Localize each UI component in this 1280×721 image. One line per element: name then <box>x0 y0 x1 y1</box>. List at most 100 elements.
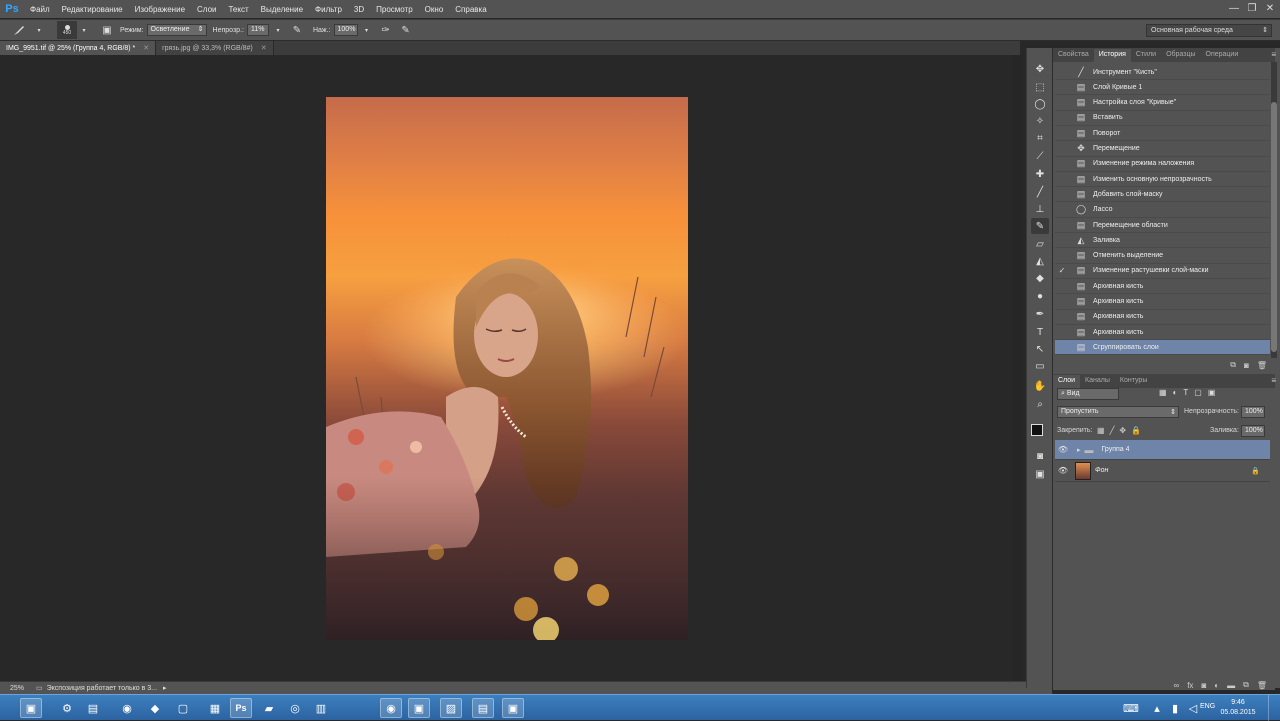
chevron-down-icon[interactable]: ▾ <box>77 23 91 37</box>
menu-item[interactable]: Справка <box>449 5 492 14</box>
browser-app-icon[interactable]: ◉ <box>116 698 138 718</box>
history-item[interactable]: ◯ Лассо <box>1055 203 1270 218</box>
screen-mode-icon[interactable]: ▣ <box>1031 466 1049 482</box>
history-item[interactable]: ▤ Перемещение области <box>1055 218 1270 233</box>
menu-item[interactable]: Выделение <box>255 5 309 14</box>
history-item[interactable]: ╱ Инструмент "Кисть" <box>1055 65 1270 80</box>
crop-tool-icon[interactable]: ⌗ <box>1031 130 1049 146</box>
keyboard-tray-icon[interactable]: ⌨ <box>1120 698 1142 718</box>
history-item[interactable]: ✥ Перемещение <box>1055 142 1270 157</box>
pen-tool-icon[interactable]: ✒ <box>1031 306 1049 322</box>
folder-taskbar-icon[interactable]: ▰ <box>258 698 280 718</box>
history-item[interactable]: ▤ Архивная кисть <box>1055 279 1270 295</box>
history-source-checkbox[interactable] <box>1055 141 1069 156</box>
menu-item[interactable]: Редактирование <box>56 5 129 14</box>
cleaner-app-icon[interactable]: ⚙ <box>56 698 78 718</box>
camera-icon[interactable]: ◙ <box>1244 361 1249 370</box>
history-source-checkbox[interactable] <box>1055 248 1069 263</box>
chevron-down-icon[interactable]: ▾ <box>271 23 285 37</box>
quick-mask-icon[interactable]: ◙ <box>1031 448 1049 464</box>
blur-tool-icon[interactable]: ◆ <box>1031 270 1049 286</box>
lock-pixels-icon[interactable]: ╱ <box>1110 426 1115 435</box>
layer-fill-input[interactable]: 100% <box>1241 425 1265 437</box>
chevron-down-icon[interactable]: ▾ <box>360 23 374 37</box>
smart-object-filter-icon[interactable]: ▣ <box>1208 388 1216 397</box>
fx-icon[interactable]: fx <box>1187 681 1193 690</box>
canvas-scrollbar[interactable] <box>1012 55 1022 681</box>
history-item[interactable]: ▤ Поворот <box>1055 126 1270 142</box>
lasso-tool-icon[interactable]: ◯ <box>1031 96 1049 112</box>
link-layers-icon[interactable]: ∞ <box>1174 681 1180 690</box>
history-source-checkbox[interactable] <box>1055 65 1069 80</box>
tab-channels[interactable]: Каналы <box>1080 375 1115 388</box>
history-source-checkbox[interactable] <box>1055 218 1069 233</box>
menu-item[interactable]: Файл <box>24 5 56 14</box>
pressure-size-icon[interactable]: ✎ <box>399 23 413 37</box>
history-item[interactable]: ◭ Заливка <box>1055 233 1270 249</box>
doc-tab-img9951[interactable]: IMG_9951.tif @ 25% (Группа 4, RGB/8) * ✕ <box>0 41 157 55</box>
history-source-checkbox[interactable] <box>1055 309 1069 324</box>
menu-item[interactable]: Слои <box>191 5 222 14</box>
history-source-checkbox[interactable] <box>1055 202 1069 217</box>
scrollbar-thumb[interactable] <box>1271 102 1277 352</box>
firefox-taskbar-icon[interactable]: ◎ <box>284 698 306 718</box>
quick-select-tool-icon[interactable]: ✧ <box>1031 113 1049 129</box>
layer-filter-select[interactable]: ⌕ Вид <box>1057 388 1119 400</box>
tab-paths[interactable]: Контуры <box>1115 375 1152 388</box>
adjustment-layer-icon[interactable]: ◐ <box>1214 681 1219 690</box>
dodge-tool-icon[interactable]: ● <box>1031 288 1049 304</box>
history-item[interactable]: ▤ Изменение режима наложения <box>1055 157 1270 172</box>
history-scrollbar[interactable] <box>1271 62 1277 358</box>
new-document-from-state-icon[interactable]: ⧉ <box>1230 360 1236 370</box>
minimize-button[interactable]: — <box>1226 1 1242 15</box>
history-source-checkbox[interactable] <box>1055 80 1069 95</box>
brush-tool-icon[interactable] <box>12 23 26 37</box>
history-source-checkbox[interactable] <box>1055 294 1069 309</box>
new-group-icon[interactable]: ▬ <box>1227 681 1235 690</box>
brush-panel-toggle-icon[interactable]: ▣ <box>100 23 114 37</box>
eye-icon[interactable]: 👁 <box>1055 466 1071 475</box>
lock-position-icon[interactable]: ✥ <box>1119 426 1126 435</box>
clone-stamp-tool-icon[interactable]: ⊥ <box>1031 201 1049 217</box>
history-source-checked-icon[interactable]: ✓ <box>1055 263 1069 278</box>
lock-all-icon[interactable]: 🔒 <box>1131 426 1141 435</box>
healing-brush-tool-icon[interactable]: ✚ <box>1031 166 1049 182</box>
history-item[interactable]: ▤ Изменить основную непрозрачность <box>1055 172 1270 188</box>
layer-opacity-input[interactable]: 100% <box>1241 406 1265 418</box>
menu-item[interactable]: Окно <box>419 5 450 14</box>
zoom-tool-icon[interactable]: ⌕ <box>1031 396 1049 412</box>
airbrush-icon[interactable]: ✑ <box>379 23 393 37</box>
red-app-icon[interactable]: ◆ <box>144 698 166 718</box>
document-app-icon[interactable]: ▤ <box>82 698 104 718</box>
menu-item[interactable]: Изображение <box>129 5 191 14</box>
photoshop-taskbar-icon[interactable]: Ps <box>230 698 252 718</box>
history-source-checkbox[interactable] <box>1055 172 1069 187</box>
running-app-1-icon[interactable]: ◉ <box>380 698 402 718</box>
menu-item[interactable]: Просмотр <box>370 5 419 14</box>
restore-button[interactable]: ❐ <box>1244 1 1260 15</box>
history-item[interactable]: ▤ Сгруппировать слои <box>1055 340 1270 356</box>
explorer-app-icon[interactable]: ▦ <box>204 698 226 718</box>
zoom-level[interactable]: 25% <box>10 685 32 692</box>
menu-item[interactable]: 3D <box>348 5 370 14</box>
pressure-input[interactable]: 100% <box>333 24 358 36</box>
adjustment-filter-icon[interactable]: ◐ <box>1173 388 1178 397</box>
workspace-select[interactable]: Основная рабочая среда ⇕ <box>1146 24 1272 37</box>
tab-properties[interactable]: Свойства <box>1053 49 1094 62</box>
opacity-input[interactable]: 11% <box>246 24 269 36</box>
chevron-down-icon[interactable]: ▾ <box>32 23 46 37</box>
history-item[interactable]: ▤ Архивная кисть <box>1055 295 1270 310</box>
move-tool-icon[interactable]: ✥ <box>1031 61 1049 77</box>
history-source-checkbox[interactable] <box>1055 233 1069 248</box>
type-tool-icon[interactable]: T <box>1031 324 1049 340</box>
history-item[interactable]: ▤ Архивная кисть <box>1055 310 1270 325</box>
language-indicator[interactable]: ENG <box>1200 703 1215 710</box>
show-desktop-button[interactable] <box>1268 695 1280 721</box>
tab-layers[interactable]: Слои <box>1053 375 1081 388</box>
panel-menu-icon[interactable]: ≡ <box>1271 376 1276 385</box>
files-taskbar-icon[interactable]: ▥ <box>310 698 332 718</box>
history-source-checkbox[interactable] <box>1055 325 1069 340</box>
history-source-checkbox[interactable] <box>1055 156 1069 171</box>
add-mask-icon[interactable]: ◙ <box>1201 681 1206 690</box>
doc-tab-gryaz[interactable]: грязь.jpg @ 33,3% (RGB/8#) ✕ <box>156 41 274 55</box>
